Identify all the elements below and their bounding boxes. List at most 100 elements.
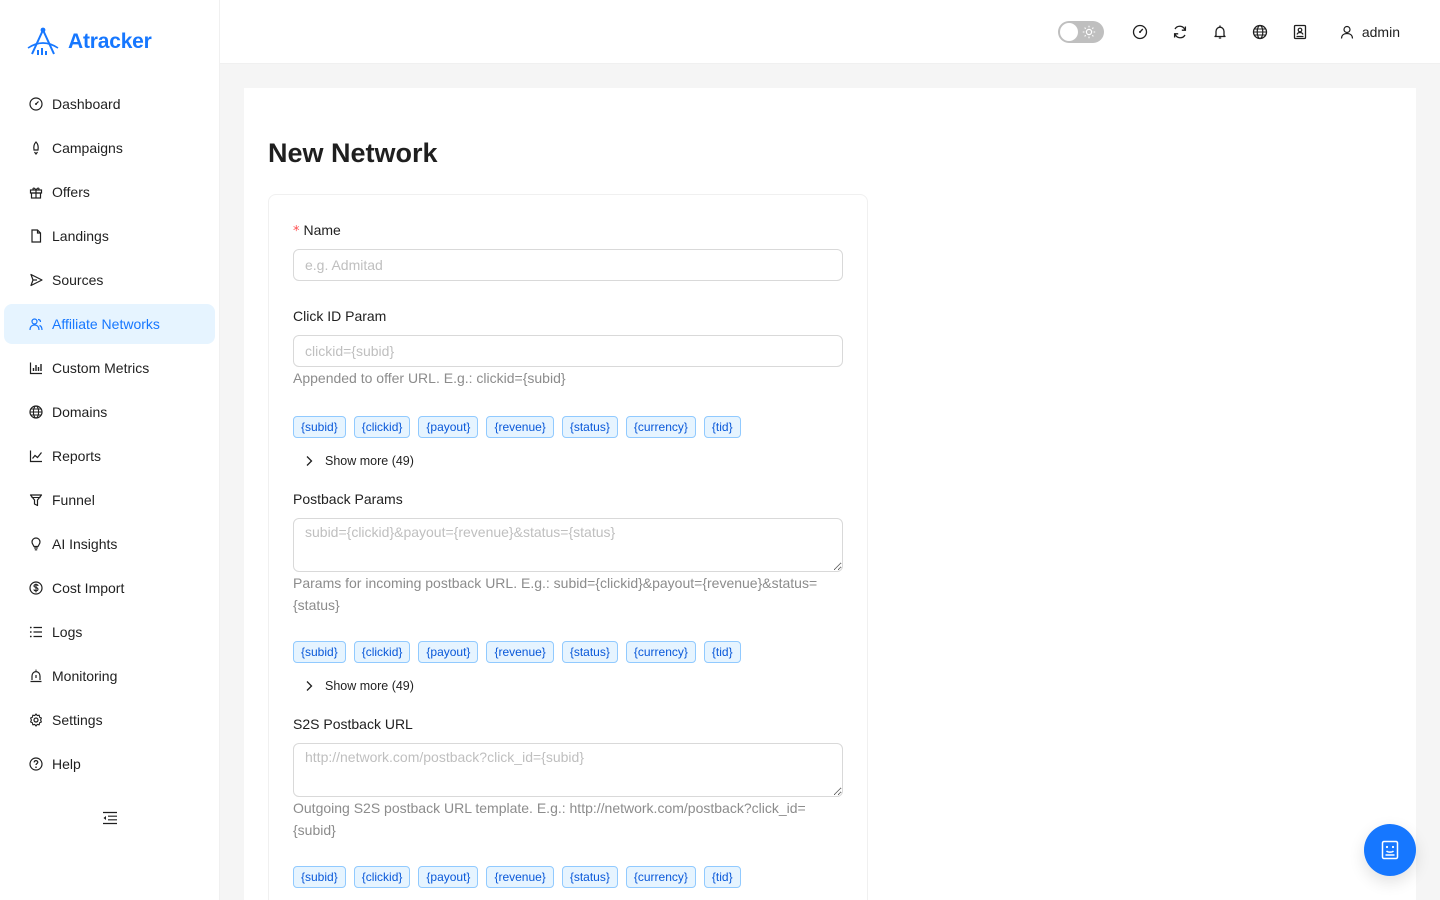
tag-tid[interactable]: {tid} — [703, 416, 741, 438]
sidebar-item-domains[interactable]: Domains — [4, 392, 215, 432]
language-button[interactable] — [1240, 12, 1280, 52]
tag-revenue[interactable]: {revenue} — [486, 866, 554, 888]
globe-icon — [1252, 24, 1268, 40]
sidebar-item-affiliate-networks[interactable]: Affiliate Networks — [4, 304, 215, 344]
s2s-postback-help: Outgoing S2S postback URL template. E.g.… — [293, 800, 806, 838]
notifications-button[interactable] — [1200, 12, 1240, 52]
postback-params-show-more[interactable]: Show more (49) — [305, 679, 414, 693]
sidebar-item-label: Dashboard — [52, 96, 121, 112]
name-input[interactable] — [293, 249, 843, 281]
tag-status[interactable]: {status} — [561, 866, 618, 888]
docs-button[interactable] — [1280, 12, 1320, 52]
tag-payout[interactable]: {payout} — [418, 866, 479, 888]
collapse-sidebar-button[interactable] — [100, 808, 120, 828]
tag-subid[interactable]: {subid} — [293, 416, 346, 438]
tag-tid[interactable]: {tid} — [703, 641, 741, 663]
tag-payout[interactable]: {payout} — [418, 641, 479, 663]
dashboard-shortcut-button[interactable] — [1120, 12, 1160, 52]
sidebar-item-landings[interactable]: Landings — [4, 216, 215, 256]
logo-text: Atracker — [68, 30, 152, 53]
main-content: New Network *Name Click ID Param Appende… — [244, 88, 1416, 900]
sidebar-item-label: AI Insights — [52, 536, 118, 552]
click-id-input[interactable] — [293, 335, 843, 367]
sidebar-item-ai-insights[interactable]: AI Insights — [4, 524, 215, 564]
sidebar-item-dashboard[interactable]: Dashboard — [4, 84, 215, 124]
bulb-icon — [28, 536, 44, 552]
sidebar-item-label: Reports — [52, 448, 102, 464]
user-menu[interactable]: admin — [1340, 24, 1400, 40]
sidebar-item-label: Sources — [52, 272, 104, 288]
sidebar-item-label: Funnel — [52, 492, 95, 508]
tag-clickid[interactable]: {clickid} — [353, 866, 411, 888]
s2s-postback-tags: {subid} {clickid} {payout} {revenue} {st… — [293, 866, 741, 888]
postback-params-textarea[interactable] — [293, 518, 843, 572]
tag-tid[interactable]: {tid} — [703, 866, 741, 888]
sidebar-item-label: Help — [52, 756, 81, 772]
refresh-button[interactable] — [1160, 12, 1200, 52]
tag-subid[interactable]: {subid} — [293, 866, 346, 888]
tag-payout[interactable]: {payout} — [418, 416, 479, 438]
chevron-right-icon — [305, 455, 313, 467]
dollar-icon — [28, 580, 44, 596]
sidebar-item-campaigns[interactable]: Campaigns — [4, 128, 215, 168]
alert-icon — [28, 668, 44, 684]
sidebar-item-logs[interactable]: Logs — [4, 612, 215, 652]
tag-subid[interactable]: {subid} — [293, 641, 346, 663]
postback-params-help: Params for incoming postback URL. E.g.: … — [293, 575, 818, 613]
sidebar-item-sources[interactable]: Sources — [4, 260, 215, 300]
sidebar-item-settings[interactable]: Settings — [4, 700, 215, 740]
tag-currency[interactable]: {currency} — [625, 416, 696, 438]
postback-params-label: Postback Params — [293, 491, 403, 507]
name-label: * Name — [293, 222, 341, 239]
sidebar-item-label: Custom Metrics — [52, 360, 150, 376]
tag-clickid[interactable]: {clickid} — [353, 416, 411, 438]
click-id-label: Click ID Param — [293, 308, 387, 324]
s2s-postback-textarea[interactable] — [293, 743, 843, 797]
bar-chart-icon — [28, 360, 44, 376]
tag-status[interactable]: {status} — [561, 641, 618, 663]
sidebar-item-label: Logs — [52, 624, 83, 640]
assistant-float-button[interactable] — [1364, 824, 1416, 876]
username: admin — [1361, 24, 1400, 40]
tag-revenue[interactable]: {revenue} — [486, 416, 554, 438]
sidebar-item-funnel[interactable]: Funnel — [4, 480, 215, 520]
sidebar-item-label: Cost Import — [52, 580, 125, 596]
globe-icon — [28, 404, 44, 420]
page-title: New Network — [268, 138, 438, 168]
line-chart-icon — [28, 448, 44, 464]
s2s-postback-label: S2S Postback URL — [293, 716, 413, 732]
sidebar-item-monitoring[interactable]: Monitoring — [4, 656, 215, 696]
sidebar-item-cost-import[interactable]: Cost Import — [4, 568, 215, 608]
tag-clickid[interactable]: {clickid} — [353, 641, 411, 663]
click-id-show-more[interactable]: Show more (49) — [305, 454, 414, 468]
sidebar-item-label: Offers — [52, 184, 90, 200]
name-label-text: Name — [303, 222, 341, 238]
tag-revenue[interactable]: {revenue} — [486, 641, 554, 663]
funnel-icon — [28, 492, 44, 508]
tag-currency[interactable]: {currency} — [625, 641, 696, 663]
toggle-knob — [1059, 23, 1078, 41]
sidebar-item-offers[interactable]: Offers — [4, 172, 215, 212]
menu-fold-icon — [102, 811, 118, 825]
network-form: *Name Click ID Param Appended to offer U… — [268, 194, 868, 900]
bell-icon — [1212, 24, 1228, 40]
contacts-book-icon — [1292, 24, 1308, 40]
chevron-right-icon — [305, 680, 313, 692]
show-more-label: Show more (49) — [325, 679, 414, 693]
header-actions: admin — [1057, 0, 1400, 64]
rocket-icon — [28, 140, 44, 156]
sidebar-item-help[interactable]: Help — [4, 744, 215, 784]
robot-icon — [1380, 840, 1400, 860]
send-icon — [28, 272, 44, 288]
logo[interactable]: Atracker — [26, 26, 152, 58]
tag-currency[interactable]: {currency} — [625, 866, 696, 888]
sidebar-item-label: Affiliate Networks — [52, 316, 160, 332]
sidebar-item-label: Settings — [52, 712, 103, 728]
theme-toggle[interactable] — [1057, 21, 1104, 43]
user-icon — [1340, 25, 1354, 39]
sidebar-item-label: Domains — [52, 404, 108, 420]
sidebar: Atracker Dashboard Campaigns Offers Land… — [0, 0, 220, 900]
sidebar-item-reports[interactable]: Reports — [4, 436, 215, 476]
sidebar-item-custom-metrics[interactable]: Custom Metrics — [4, 348, 215, 388]
tag-status[interactable]: {status} — [561, 416, 618, 438]
